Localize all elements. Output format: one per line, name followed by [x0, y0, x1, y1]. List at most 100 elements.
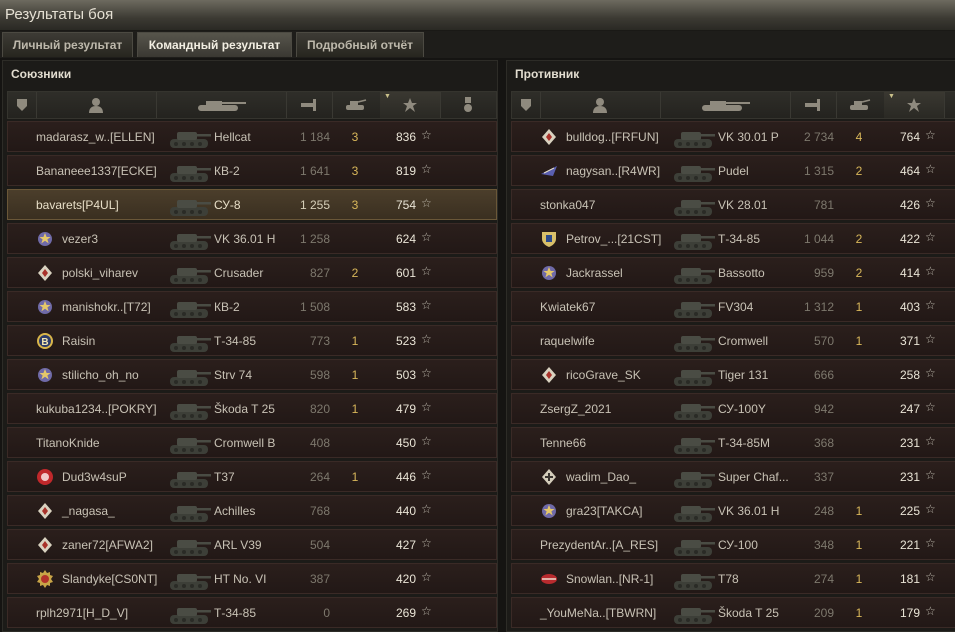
player-row[interactable]: zaner72[AFWA2] ARL V39 504 427 ☆ — [7, 529, 497, 560]
player-row[interactable]: Petrov_...[21CST] Т-34-85 1 044 2 422 ☆ — [511, 223, 955, 254]
kills-value: 2 — [855, 266, 863, 280]
player-name[interactable]: manishokr..[T72] — [62, 300, 151, 314]
player-name[interactable]: rplh2971[H_D_V] — [36, 606, 128, 620]
player-row[interactable]: Bananeee1337[ECKE] КВ-2 1 641 3 819 ☆ — [7, 155, 497, 186]
player-name[interactable]: nagysan..[R4WR] — [566, 164, 660, 178]
damage-value: 942 — [813, 402, 834, 416]
tab-personal-result[interactable]: Личный результат — [2, 32, 133, 57]
experience-value: 601 — [395, 266, 416, 280]
sort-kills-button[interactable] — [836, 92, 885, 118]
diamond-icon — [540, 128, 558, 146]
player-name[interactable]: bulldog..[FRFUN] — [566, 130, 659, 144]
player-name[interactable]: Dud3w4suP — [62, 470, 127, 484]
blue-wing-icon — [540, 162, 558, 180]
player-name[interactable]: wadim_Dao_ — [566, 470, 636, 484]
experience-value: 403 — [899, 300, 920, 314]
player-name[interactable]: Snowlan..[NR-1] — [566, 572, 653, 586]
player-row[interactable]: gra23[TAKCA] VK 36.01 H 248 1 225 ☆ — [511, 495, 955, 526]
experience-value: 258 — [899, 368, 920, 382]
experience-value: 819 — [395, 164, 416, 178]
player-row[interactable]: TitanoKnide Cromwell B 408 450 ☆ — [7, 427, 497, 458]
sort-experience-button[interactable]: ▼ — [884, 92, 945, 118]
sort-player-button[interactable] — [540, 92, 661, 118]
star-medal-icon — [540, 502, 558, 520]
tank-name: Bassotto — [718, 266, 765, 280]
player-row[interactable]: stonka047 VK 28.01 781 426 ☆ — [511, 189, 955, 220]
player-row[interactable]: ricoGrave_SK Tiger 131 666 258 ☆ — [511, 359, 955, 390]
damage-icon — [805, 99, 820, 111]
tank-name: СУ-100 — [718, 538, 758, 552]
kills-value: 4 — [855, 130, 863, 144]
player-name[interactable]: _YouMeNa..[TBWRN] — [540, 606, 656, 620]
damage-value: 827 — [309, 266, 330, 280]
player-name[interactable]: PrezydentAr..[A_RES] — [540, 538, 658, 552]
damage-value: 348 — [813, 538, 834, 552]
tab-detailed-report[interactable]: Подробный отчёт — [296, 32, 424, 57]
player-name[interactable]: madarasz_w..[ELLEN] — [36, 130, 155, 144]
player-row[interactable]: ZsergZ_2021 СУ-100Y 942 247 ☆ — [511, 393, 955, 424]
tank-name: HT No. VI — [214, 572, 267, 586]
player-name[interactable]: Kwiatek67 — [540, 300, 595, 314]
player-row[interactable]: madarasz_w..[ELLEN] Hellcat 1 184 3 836 ☆ — [7, 121, 497, 152]
player-name[interactable]: _nagasa_ — [62, 504, 115, 518]
player-name[interactable]: Slandyke[CS0NT] — [62, 572, 157, 586]
sort-damage-button[interactable] — [286, 92, 333, 118]
sort-vehicle-button[interactable] — [660, 92, 791, 118]
player-name[interactable]: Raisin — [62, 334, 95, 348]
tank-name: Tiger 131 — [718, 368, 769, 382]
player-row[interactable]: _nagasa_ Achilles 768 440 ☆ — [7, 495, 497, 526]
player-row[interactable]: polski_viharev Crusader 827 2 601 ☆ — [7, 257, 497, 288]
experience-value: 754 — [395, 198, 416, 212]
player-row[interactable]: vezer3 VK 36.01 H 1 258 624 ☆ — [7, 223, 497, 254]
player-row[interactable]: Snowlan..[NR-1] T78 274 1 181 ☆ — [511, 563, 955, 594]
player-row[interactable]: bavarets[P4UL] СУ-8 1 255 3 754 ☆ — [7, 189, 497, 220]
player-row[interactable]: stilicho_oh_no Strv 74 598 1 503 ☆ — [7, 359, 497, 390]
experience-value: 181 — [899, 572, 920, 586]
sort-player-button[interactable] — [36, 92, 157, 118]
sort-vehicle-button[interactable] — [156, 92, 287, 118]
player-row[interactable]: bulldog..[FRFUN] VK 30.01 P 2 734 4 764 ☆ — [511, 121, 955, 152]
player-name[interactable]: ricoGrave_SK — [566, 368, 641, 382]
player-name[interactable]: bavarets[P4UL] — [36, 198, 119, 212]
player-row[interactable]: wadim_Dao_ Super Chaf... 337 231 ☆ — [511, 461, 955, 492]
player-row[interactable]: B Raisin Т-34-85 773 1 523 ☆ — [7, 325, 497, 356]
tab-team-result[interactable]: Командный результат — [137, 32, 292, 57]
player-name[interactable]: raquelwife — [540, 334, 595, 348]
player-row[interactable]: manishokr..[T72] КВ-2 1 508 583 ☆ — [7, 291, 497, 322]
tank-name: ARL V39 — [214, 538, 262, 552]
player-name[interactable]: ZsergZ_2021 — [540, 402, 611, 416]
player-name[interactable]: stonka047 — [540, 198, 595, 212]
player-row[interactable]: kukuba1234..[POKRY] Škoda T 25 820 1 479 ☆ — [7, 393, 497, 424]
player-name[interactable]: Petrov_...[21CST] — [566, 232, 661, 246]
sort-squad-button[interactable] — [8, 92, 37, 118]
sort-experience-button[interactable]: ▼ — [380, 92, 441, 118]
player-row[interactable]: nagysan..[R4WR] Pudel 1 315 2 464 ☆ — [511, 155, 955, 186]
player-icon — [593, 98, 607, 113]
experience-value: 420 — [395, 572, 416, 586]
player-name[interactable]: kukuba1234..[POKRY] — [36, 402, 157, 416]
player-row[interactable]: rplh2971[H_D_V] Т-34-85 0 269 ☆ — [7, 597, 497, 628]
player-name[interactable]: stilicho_oh_no — [62, 368, 139, 382]
player-row[interactable]: _YouMeNa..[TBWRN] Škoda T 25 209 1 179 ☆ — [511, 597, 955, 628]
player-row[interactable]: PrezydentAr..[A_RES] СУ-100 348 1 221 ☆ — [511, 529, 955, 560]
tank-image — [672, 158, 716, 185]
player-name[interactable]: Jackrassel — [566, 266, 623, 280]
player-row[interactable]: Kwiatek67 FV304 1 312 1 403 ☆ — [511, 291, 955, 322]
sort-squad-button[interactable] — [512, 92, 541, 118]
player-name[interactable]: Tenne66 — [540, 436, 586, 450]
experience-value: 422 — [899, 232, 920, 246]
player-name[interactable]: Bananeee1337[ECKE] — [36, 164, 157, 178]
sort-damage-button[interactable] — [790, 92, 837, 118]
player-row[interactable]: Slandyke[CS0NT] HT No. VI 387 420 ☆ — [7, 563, 497, 594]
player-row[interactable]: Dud3w4suP T37 264 1 446 ☆ — [7, 461, 497, 492]
player-name[interactable]: gra23[TAKCA] — [566, 504, 642, 518]
sort-medals-button[interactable] — [440, 92, 496, 118]
player-name[interactable]: zaner72[AFWA2] — [62, 538, 153, 552]
player-name[interactable]: vezer3 — [62, 232, 98, 246]
sort-kills-button[interactable] — [332, 92, 381, 118]
player-row[interactable]: raquelwife Cromwell 570 1 371 ☆ — [511, 325, 955, 356]
player-name[interactable]: polski_viharev — [62, 266, 138, 280]
player-row[interactable]: Jackrassel Bassotto 959 2 414 ☆ — [511, 257, 955, 288]
player-name[interactable]: TitanoKnide — [36, 436, 100, 450]
player-row[interactable]: Tenne66 Т-34-85M 368 231 ☆ — [511, 427, 955, 458]
